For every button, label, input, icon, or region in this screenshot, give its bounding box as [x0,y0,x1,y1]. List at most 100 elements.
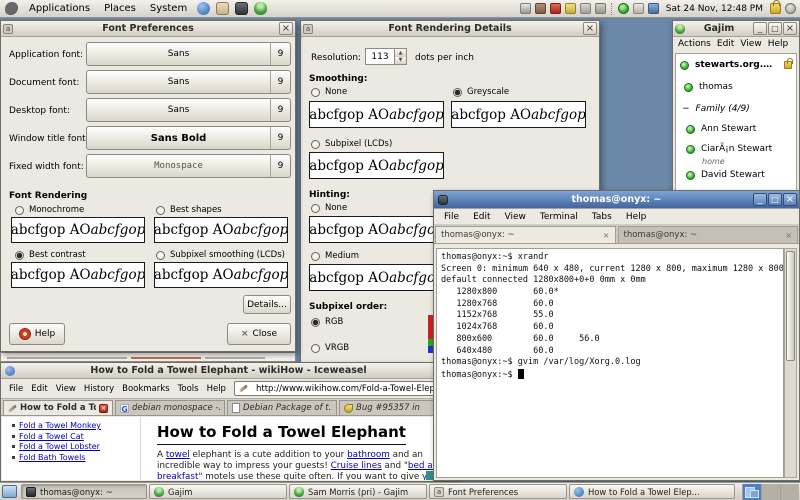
browser-launcher-icon[interactable] [197,2,211,15]
tab-close-icon[interactable]: × [785,231,792,240]
battery-tray-icon[interactable] [564,3,576,14]
chat-window-sliver[interactable] [0,352,296,362]
fixed-width-font-button[interactable]: Monospace 9 [86,154,291,178]
applications-menu[interactable]: Applications [22,0,97,18]
help-menu[interactable]: Help [620,211,653,223]
taskbar-button-chat[interactable]: Sam Morris (pri) - Gajim [289,484,427,499]
spinner-arrows[interactable]: ▲ ▼ [395,48,407,65]
browser-titlebar[interactable]: How to Fold a Towel Elephant - wikiHow -… [1,363,456,379]
font-details-titlebar[interactable]: Font Rendering Details [301,21,599,37]
bathroom-link[interactable]: bathroom [347,450,390,460]
document-font-button[interactable]: Sans 9 [86,70,291,94]
hinting-medium-radio[interactable]: Medium [311,251,359,261]
maximize-button[interactable] [768,22,782,35]
resolution-value[interactable]: 113 [365,48,395,65]
gnome-menu-icon[interactable] [5,2,18,15]
account-row[interactable]: stewarts.org.uk (1... [680,58,794,70]
spin-up-icon[interactable]: ▲ [395,49,406,57]
terminal-tab-inactive[interactable]: thomas@onyx: ~ × [617,226,798,243]
history-menu[interactable]: History [80,384,118,394]
related-link-item[interactable]: Fold a Towel Lobster [12,442,137,451]
view-menu[interactable]: View [499,211,532,223]
smoothing-subpixel-radio[interactable]: Subpixel (LCDs) [311,139,392,149]
contact-row[interactable]: Ann Stewart [686,124,756,134]
places-menu[interactable]: Places [97,0,143,18]
tab-debian-package[interactable]: Debian Package of t... [227,400,337,415]
close-button[interactable] [783,22,797,35]
help-button[interactable]: Help [9,323,65,345]
help-menu[interactable]: Help [203,384,230,394]
resolution-spinner[interactable]: 113 ▲ ▼ [365,48,407,65]
workspace-2[interactable] [761,483,780,500]
smoothing-none-radio[interactable]: None [311,87,347,97]
close-button[interactable] [583,22,597,35]
gajim-status-tray-icon[interactable] [617,3,629,14]
user-launcher-icon[interactable] [254,2,268,15]
url-bar[interactable]: http://www.wikihow.com/Fold-a-Towel-Elep… [233,381,452,396]
network-tray-icon[interactable] [647,3,659,14]
contact-row[interactable]: thomas [684,82,733,92]
actions-menu[interactable]: Actions [675,38,714,50]
lock-screen-icon[interactable] [770,0,781,14]
volume-tray-icon[interactable] [594,3,606,14]
group-row[interactable]: − Family (4/9) [682,104,750,114]
close-button[interactable] [279,22,293,35]
related-link-item[interactable]: Fold a Towel Cat [12,432,137,441]
media-tray-icon[interactable] [549,3,561,14]
view-menu[interactable]: View [52,384,80,394]
related-link-item[interactable]: Fold Bath Towels [12,453,137,462]
contact-row[interactable]: David Stewart [686,170,765,180]
file-menu[interactable]: File [5,384,27,394]
package-tray-icon[interactable] [534,3,546,14]
bookmarks-menu[interactable]: Bookmarks [118,384,174,394]
related-link-item[interactable]: Fold a Towel Monkey [12,421,137,430]
details-button[interactable]: Details... [243,295,291,314]
terminal-menu[interactable]: Terminal [534,211,584,223]
taskbar-button-gajim[interactable]: Gajim [149,484,287,499]
cruise-lines-link[interactable]: Cruise lines [331,461,382,471]
mail-tray-icon[interactable] [632,3,644,14]
best-contrast-radio[interactable]: Best contrast [15,250,86,260]
edit-menu[interactable]: Edit [714,38,737,50]
panel-clock[interactable]: Sat 24 Nov, 12:48 PM [661,4,768,14]
terminal-tab-active[interactable]: thomas@onyx: ~ × [435,226,616,243]
help-menu[interactable]: Help [765,38,792,50]
minimize-button[interactable] [753,22,767,35]
smoothing-greyscale-radio[interactable]: Greyscale [453,87,509,97]
taskbar-button-terminal[interactable]: thomas@onyx: ~ [21,484,147,499]
file-menu[interactable]: File [438,211,465,223]
desktop-font-button[interactable]: Sans 9 [86,98,291,122]
view-menu[interactable]: View [737,38,764,50]
best-shapes-radio[interactable]: Best shapes [156,205,222,215]
window-title-font-button[interactable]: Sans Bold 9 [86,126,291,150]
spin-down-icon[interactable]: ▼ [395,56,406,64]
workspace-1[interactable] [742,483,761,500]
hinting-none-radio[interactable]: None [311,203,347,213]
show-desktop-button[interactable] [2,485,17,498]
monochrome-radio[interactable]: Monochrome [15,205,84,215]
collapse-icon[interactable]: − [682,104,690,114]
tab-debian-monospace[interactable]: debian monospace -... [115,400,225,415]
contact-row[interactable]: CiarÃ¡n Stewart [686,144,772,154]
terminal-launcher-icon[interactable] [235,2,249,15]
printer-tray-icon[interactable] [519,3,531,14]
gajim-titlebar[interactable]: Gajim [673,21,799,37]
font-preferences-titlebar[interactable]: Font Preferences [1,21,295,37]
quit-icon[interactable] [785,3,796,14]
workspace-3[interactable] [780,483,799,500]
close-button[interactable]: × Close [227,323,291,345]
home-launcher-icon[interactable] [216,2,230,15]
tab-close-icon[interactable] [99,403,108,413]
system-menu[interactable]: System [143,0,194,18]
power-plug-tray-icon[interactable] [579,3,591,14]
tools-menu[interactable]: Tools [174,384,203,394]
application-font-button[interactable]: Sans 9 [86,42,291,66]
close-button[interactable] [783,193,797,206]
taskbar-button-font-preferences[interactable]: Font Preferences [429,484,567,499]
terminal-titlebar[interactable]: thomas@onyx: ~ [434,191,799,209]
scrollbar-thumb[interactable] [786,251,795,361]
terminal-output[interactable]: thomas@onyx:~$ xrandr Screen 0: minimum … [436,248,784,478]
tab-towel-elephant[interactable]: How to Fold a To... [3,400,113,415]
taskbar-button-browser[interactable]: How to Fold a Towel Elep... [569,484,735,499]
subpixel-rgb-radio[interactable]: RGB [311,317,343,327]
